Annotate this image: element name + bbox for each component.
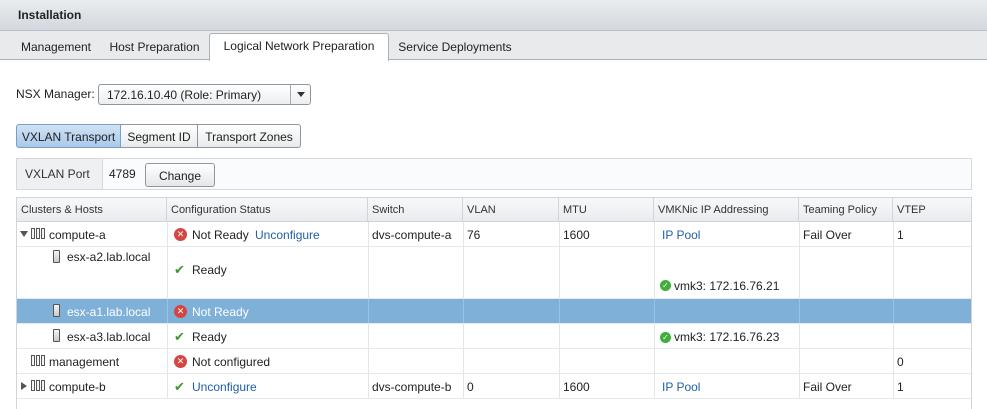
- column-header-clusters-hosts[interactable]: Clusters & Hosts: [17, 198, 167, 221]
- expand-toggle-icon[interactable]: [21, 382, 27, 390]
- host-icon: [53, 329, 60, 342]
- vlan-value: 76: [467, 228, 481, 242]
- error-icon: ✕: [174, 355, 187, 368]
- vtep-value: 0: [897, 355, 904, 369]
- mtu-value: 1600: [563, 228, 590, 242]
- tab-bar: Management Host Preparation Logical Netw…: [0, 31, 987, 61]
- column-header-configuration-status[interactable]: Configuration Status: [167, 198, 368, 221]
- nsx-manager-label: NSX Manager:: [16, 87, 95, 101]
- error-icon: ✕: [174, 228, 187, 241]
- hosts-table: Clusters & Hosts Configuration Status Sw…: [16, 197, 972, 409]
- ip-pool-link[interactable]: IP Pool: [662, 228, 700, 242]
- host-name[interactable]: esx-a1.lab.local: [67, 305, 150, 319]
- status-text: Ready: [192, 330, 227, 344]
- table-row[interactable]: esx-a3.lab.local ✔ Ready ✓ vmk3: 172.16.…: [17, 324, 971, 349]
- switch-value: dvs-compute-b: [372, 380, 452, 394]
- teaming-value: Fail Over: [803, 228, 852, 242]
- cluster-icon: [31, 228, 46, 240]
- dropdown-toggle[interactable]: [290, 85, 310, 104]
- status-text: Not Ready: [192, 228, 249, 242]
- cluster-name[interactable]: compute-a: [49, 228, 106, 242]
- cluster-icon: [31, 355, 46, 367]
- cluster-icon: [31, 380, 46, 392]
- vtep-value: 1: [897, 380, 904, 394]
- column-header-teaming-policy[interactable]: Teaming Policy: [799, 198, 893, 221]
- unconfigure-link[interactable]: Unconfigure: [192, 380, 257, 394]
- segment-transport-zones[interactable]: Transport Zones: [198, 124, 301, 148]
- table-row[interactable]: esx-a2.lab.local ✔ Ready ✓ vmk3: 172.16.…: [17, 247, 971, 299]
- host-name[interactable]: esx-a2.lab.local: [67, 250, 150, 264]
- ip-pool-link[interactable]: IP Pool: [662, 380, 700, 394]
- unconfigure-link[interactable]: Unconfigure: [255, 228, 320, 242]
- tab-management[interactable]: Management: [12, 35, 100, 60]
- mtu-value: 1600: [563, 380, 590, 394]
- column-header-mtu[interactable]: MTU: [559, 198, 654, 221]
- expand-toggle-icon[interactable]: [20, 231, 28, 237]
- nsx-manager-select[interactable]: 172.16.10.40 (Role: Primary): [98, 84, 311, 105]
- table-header: Clusters & Hosts Configuration Status Sw…: [17, 198, 971, 222]
- column-header-switch[interactable]: Switch: [368, 198, 463, 221]
- switch-value: dvs-compute-a: [372, 228, 452, 242]
- host-icon: [53, 250, 60, 263]
- vxlan-port-value: 4789: [109, 167, 136, 181]
- error-icon: ✕: [174, 305, 187, 318]
- cluster-name[interactable]: compute-b: [49, 380, 106, 394]
- tab-logical-network-preparation[interactable]: Logical Network Preparation: [209, 33, 389, 61]
- cluster-name[interactable]: management: [49, 355, 119, 369]
- segment-segment-id[interactable]: Segment ID: [121, 124, 198, 148]
- change-button[interactable]: Change: [145, 163, 215, 187]
- vxlan-port-panel: VXLAN Port 4789 Change: [16, 158, 972, 190]
- check-icon: ✔: [174, 329, 185, 344]
- teaming-value: Fail Over: [803, 380, 852, 394]
- table-row[interactable]: esx-a1.lab.local ✕ Not Ready: [17, 299, 971, 324]
- vmknic-value: vmk3: 172.16.76.21: [674, 279, 780, 293]
- segment-vxlan-transport[interactable]: VXLAN Transport: [16, 124, 121, 148]
- vmknic-value: vmk3: 172.16.76.23: [674, 330, 780, 344]
- status-text: Ready: [192, 263, 227, 277]
- table-row[interactable]: compute-b ✔ Unconfigure dvs-compute-b 0 …: [17, 374, 971, 399]
- host-name[interactable]: esx-a3.lab.local: [67, 330, 150, 344]
- tab-service-deployments[interactable]: Service Deployments: [392, 35, 518, 60]
- vlan-value: 0: [467, 380, 474, 394]
- panel-title: Installation: [0, 0, 987, 31]
- check-icon: ✔: [174, 379, 185, 394]
- success-icon: ✓: [660, 280, 671, 291]
- check-icon: ✔: [174, 262, 185, 277]
- chevron-down-icon: [297, 92, 305, 97]
- status-text: Not Ready: [192, 305, 249, 319]
- column-header-vlan[interactable]: VLAN: [463, 198, 559, 221]
- table-row[interactable]: compute-a ✕ Not Ready Unconfigure dvs-co…: [17, 222, 971, 247]
- column-header-vmknic-ip-addressing[interactable]: VMKNic IP Addressing: [654, 198, 799, 221]
- vxlan-port-label: VXLAN Port: [17, 159, 103, 189]
- success-icon: ✓: [660, 332, 671, 343]
- vtep-value: 1: [897, 228, 904, 242]
- table-row[interactable]: management ✕ Not configured 0: [17, 349, 971, 374]
- tab-host-preparation[interactable]: Host Preparation: [103, 35, 206, 60]
- nsx-manager-value: 172.16.10.40 (Role: Primary): [107, 88, 262, 102]
- status-text: Not configured: [192, 355, 271, 369]
- host-icon: [53, 304, 60, 317]
- column-header-vtep[interactable]: VTEP: [893, 198, 971, 221]
